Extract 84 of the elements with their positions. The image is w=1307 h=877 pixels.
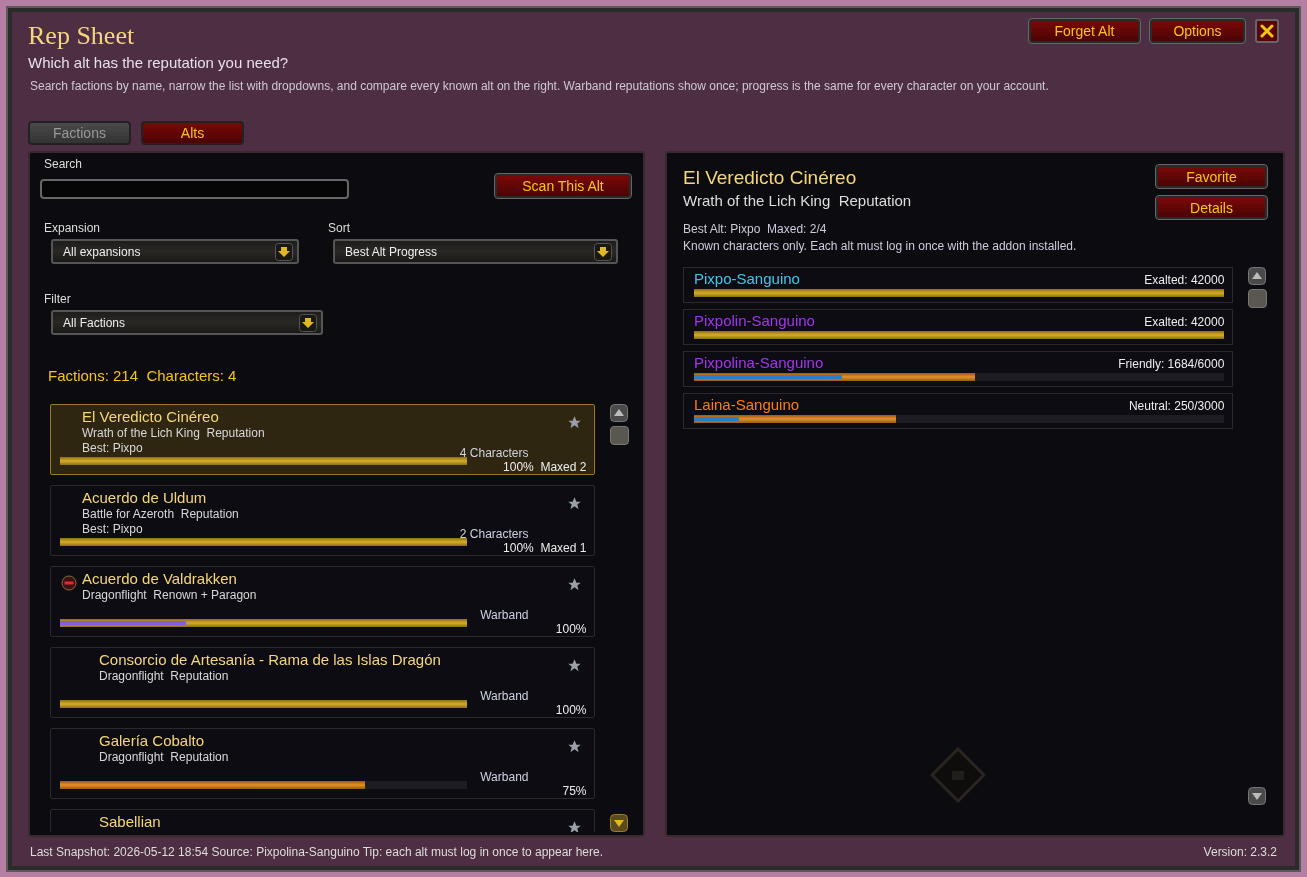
action-button[interactable]: Details	[1156, 196, 1267, 219]
description-text: Search factions by name, narrow the list with dropdowns, and compare every known alt on the right. Warband reputations show once; progress is the same for every character on your account.	[30, 79, 1050, 93]
faction-row[interactable]: Acuerdo de Uldum Battle for Azeroth Reputation Best: Pixpo 2 Characters 100% Maxed 1	[50, 485, 596, 556]
faction-subtitle: Wrath of the Lich King Reputation	[82, 426, 265, 441]
best-alt-text: Best: Pixpo	[82, 522, 144, 537]
scroll-thumb[interactable]	[609, 426, 629, 445]
faction-name: Sabellian	[99, 812, 161, 831]
tab[interactable]: Alts	[141, 121, 244, 145]
character-count: 2 Characters	[459, 527, 529, 541]
scroll-thumb[interactable]	[1247, 289, 1267, 308]
scroll-down-icon[interactable]	[1248, 787, 1267, 805]
header-button[interactable]: Options	[1150, 19, 1245, 43]
action-button[interactable]: Favorite	[1156, 165, 1267, 188]
standing-text: Exalted: 42000	[1144, 315, 1225, 329]
star-icon[interactable]	[567, 658, 583, 673]
alt-name: Pixpo-Sanguino	[694, 270, 800, 287]
progress-text: 100%	[555, 622, 587, 636]
summary-text: Factions: 214 Characters: 4	[48, 367, 238, 384]
progress-text: 100% Maxed 1	[503, 541, 587, 555]
alt-name: Pixpolina-Sanguino	[694, 354, 824, 371]
best-alt-text: Best: Pixpo	[82, 441, 144, 456]
close-button[interactable]	[1255, 19, 1279, 43]
progress-text: 100% Maxed 2	[503, 460, 587, 474]
field-label: Sort	[328, 221, 351, 235]
field-label: Search	[44, 157, 84, 171]
scroll-up-icon[interactable]	[610, 404, 629, 422]
standing-text: Neutral: 250/3000	[1128, 399, 1225, 413]
field-label: Filter	[44, 292, 72, 306]
alt-row[interactable]: Pixpolina-Sanguino Friendly: 1684/6000	[683, 351, 1234, 387]
faction-name: Galería Cobalto	[99, 731, 206, 750]
search-field[interactable]	[40, 179, 349, 199]
faction-row[interactable]: El Veredicto Cinéreo Wrath of the Lich King Reputation Best: Pixpo 4 Characters 100% Maxed 2	[50, 404, 596, 475]
faction-row[interactable]: Galería Cobalto Dragonflight Reputation Warband 75%	[50, 728, 596, 799]
version-text: Version: 2.3.2	[1203, 845, 1277, 859]
faction-name: Acuerdo de Valdrakken	[82, 569, 238, 588]
faction-row[interactable]: Acuerdo de Valdrakken Dragonflight Renown + Paragon Warband 100%	[50, 566, 596, 637]
star-icon[interactable]	[567, 820, 583, 832]
close-icon	[1260, 24, 1274, 38]
character-count: Warband	[480, 608, 529, 622]
star-icon[interactable]	[567, 577, 583, 592]
alt-row[interactable]: Pixpolin-Sanguino Exalted: 42000	[683, 309, 1234, 345]
character-count: Warband	[480, 770, 529, 784]
best-alt-text: Best Alt: Pixpo Maxed: 2/4	[683, 222, 828, 236]
dropdown[interactable]: Best Alt Progress	[333, 239, 618, 264]
scroll-up-icon[interactable]	[1248, 267, 1267, 285]
character-count: Warband	[480, 689, 529, 703]
faction-row[interactable]: Consorcio de Artesanía - Rama de las Islas Dragón Dragonflight Reputation Warband 100%	[50, 647, 596, 718]
faction-name: Consorcio de Artesanía - Rama de las Islas Dragón	[99, 650, 441, 669]
faction-subtitle: Wrath of the Lich King Reputation	[683, 192, 912, 209]
tab[interactable]: Factions	[28, 121, 131, 145]
standing-text: Friendly: 1684/6000	[1118, 357, 1225, 371]
dropdown[interactable]: All expansions	[51, 239, 299, 264]
standing-text: Exalted: 42000	[1144, 273, 1225, 287]
star-icon[interactable]	[567, 496, 583, 511]
window-subtitle: Which alt has the reputation you need?	[28, 54, 289, 71]
scan-button[interactable]: Scan This Alt	[495, 174, 631, 198]
star-icon[interactable]	[567, 739, 583, 754]
arrow-down-icon	[299, 313, 317, 332]
character-count: 4 Characters	[459, 446, 529, 460]
scroll-down-icon[interactable]	[610, 814, 629, 832]
faction-subtitle: Battle for Azeroth Reputation	[82, 507, 239, 522]
alt-row[interactable]: Pixpo-Sanguino Exalted: 42000	[683, 267, 1234, 303]
diamond-emblem-icon	[930, 747, 987, 803]
alt-name: Laina-Sanguino	[694, 396, 800, 413]
progress-text: 75%	[562, 784, 587, 798]
dropdown[interactable]: All Factions	[51, 310, 323, 335]
faction-name: El Veredicto Cinéreo	[82, 407, 220, 426]
field-label: Expansion	[44, 221, 102, 235]
star-icon[interactable]	[567, 415, 583, 430]
faction-name: Acuerdo de Uldum	[82, 488, 208, 507]
faction-subtitle: Dragonflight Renown + Paragon	[82, 588, 257, 603]
window-title: Rep Sheet	[28, 22, 136, 50]
note-text: Known characters only. Each alt must log in once with the addon installed.	[683, 239, 1078, 253]
progress-text: 100%	[555, 703, 587, 717]
arrow-down-icon	[275, 242, 293, 261]
faction-title: El Veredicto Cinéreo	[683, 167, 858, 189]
arrow-down-icon	[594, 242, 612, 261]
faction-subtitle: Dragonflight Reputation	[99, 669, 230, 684]
status-text: Last Snapshot: 2026-05-12 18:54 Source: Pixpolina-Sanguino Tip: each alt must log in once to appear here.	[30, 845, 604, 859]
alt-name: Pixpolin-Sanguino	[694, 312, 815, 329]
header-button[interactable]: Forget Alt	[1029, 19, 1140, 43]
faction-subtitle: Dragonflight Reputation	[99, 750, 229, 765]
faction-row[interactable]: Sabellian	[50, 809, 596, 832]
alt-row[interactable]: Laina-Sanguino Neutral: 250/3000	[683, 393, 1234, 429]
